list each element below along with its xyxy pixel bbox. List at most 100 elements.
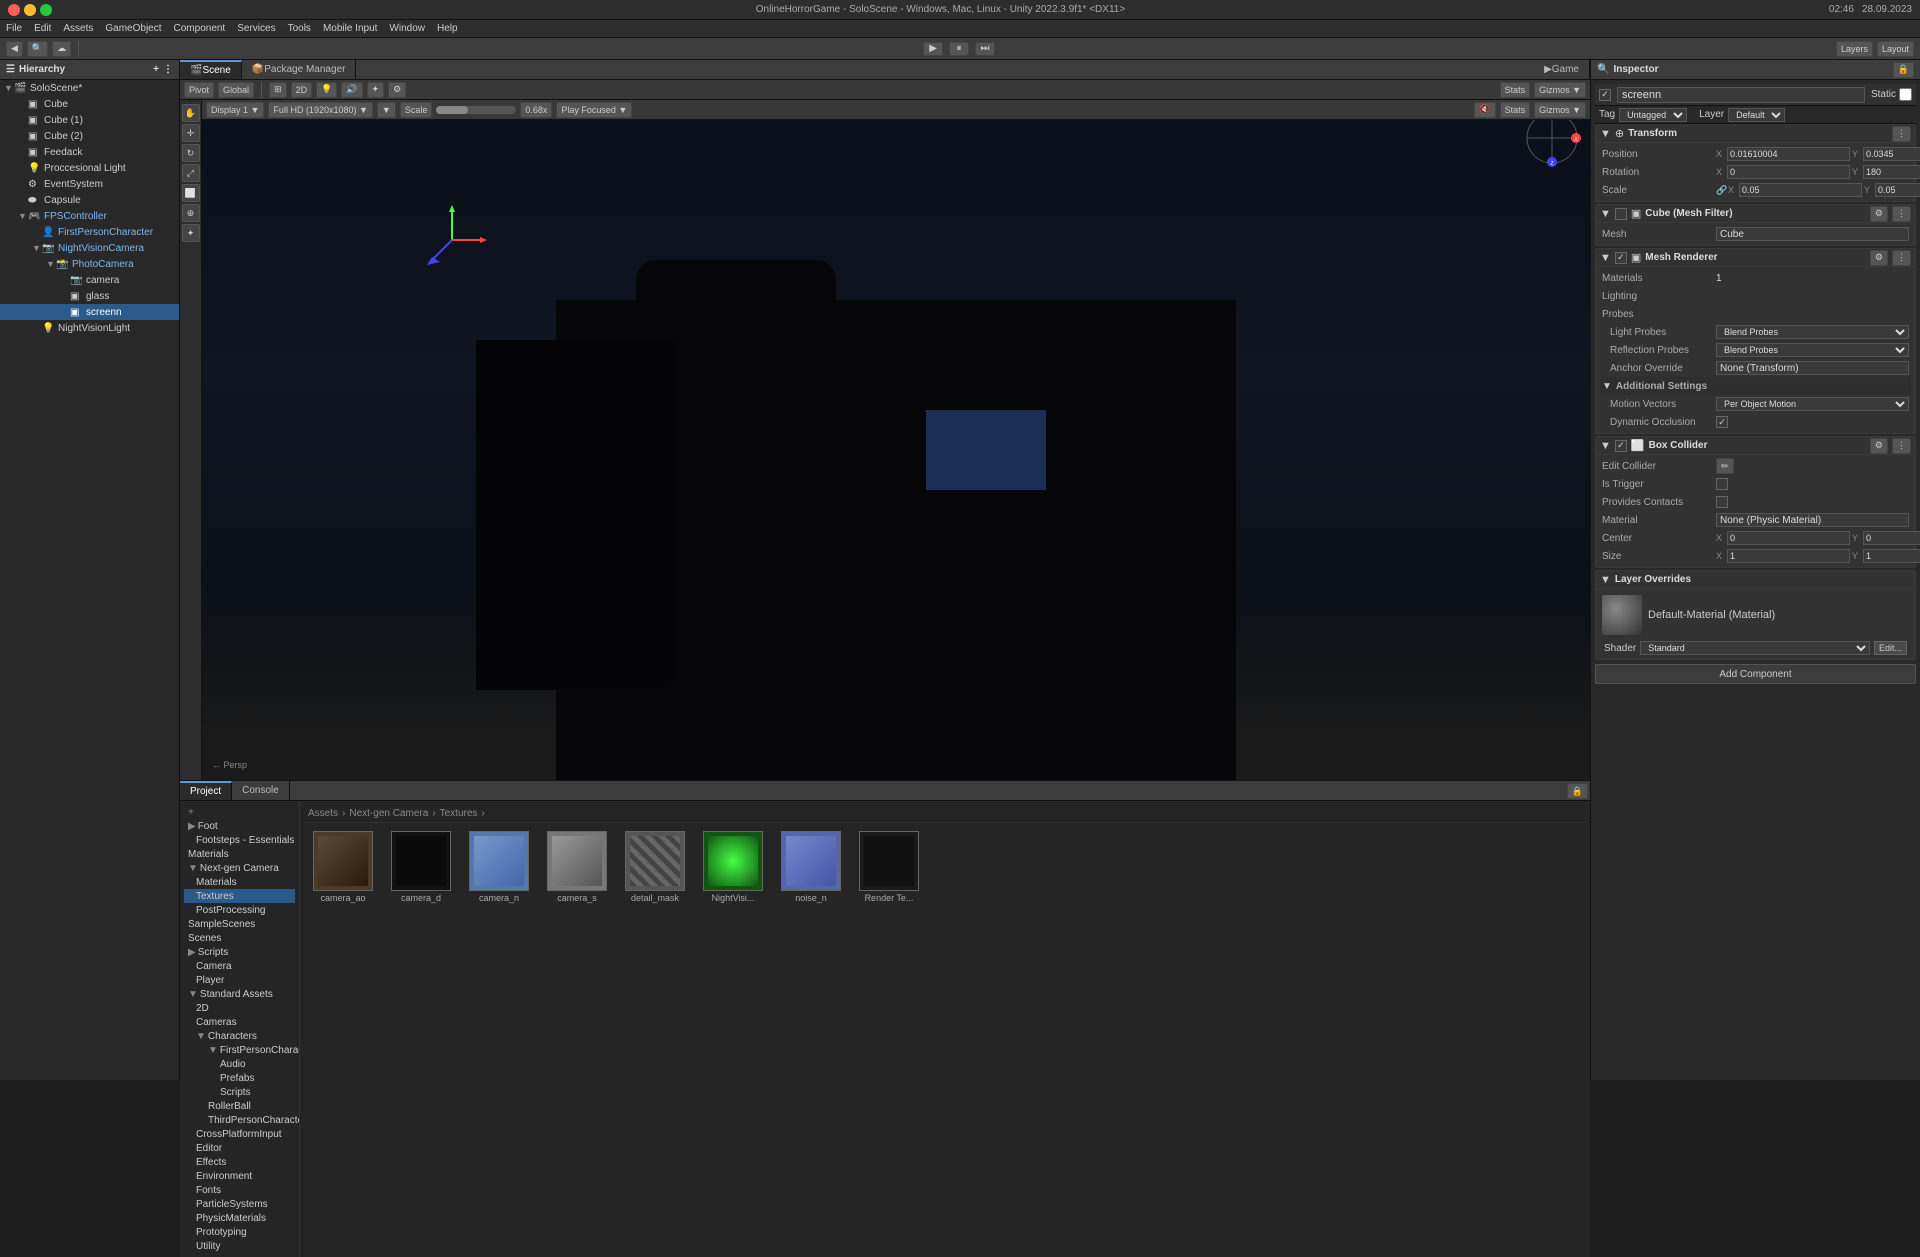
close-button[interactable] [8, 4, 20, 16]
proj-item-thirdperson[interactable]: ThirdPersonCharacte... [184, 1113, 295, 1127]
sy-input[interactable] [1863, 549, 1920, 563]
scale-slider[interactable] [436, 106, 516, 114]
gizmos-game-btn[interactable]: Gizmos ▼ [1534, 102, 1586, 118]
mesh-renderer-settings[interactable]: ⚙ [1870, 250, 1888, 266]
proj-item-2d[interactable]: 2D [184, 1001, 295, 1015]
menu-gameobject[interactable]: GameObject [105, 23, 161, 34]
proj-item-cam-materials[interactable]: Materials [184, 875, 295, 889]
stats-btn[interactable]: Stats [1500, 82, 1531, 98]
tag-dropdown[interactable]: Untagged [1619, 108, 1687, 122]
additional-settings-header[interactable]: ▼ Additional Settings [1600, 377, 1911, 395]
hierarchy-add-button[interactable]: + [153, 64, 159, 75]
asset-camera-ao[interactable]: camera_ao [308, 831, 378, 903]
mesh-filter-menu[interactable]: ⋮ [1892, 206, 1911, 222]
static-checkbox[interactable] [1899, 88, 1912, 101]
asset-render-texture[interactable]: Render Te... [854, 831, 924, 903]
proj-item-samplescenes[interactable]: SampleScenes [184, 917, 295, 931]
mesh-input[interactable] [1716, 227, 1909, 241]
proj-item-foot[interactable]: ▶Foot [184, 819, 295, 833]
proj-item-scripts[interactable]: ▶Scripts [184, 945, 295, 959]
proj-item-fpc-scripts[interactable]: Scripts [184, 1085, 295, 1099]
transform-section-header[interactable]: ▼ ⊕ Transform ⋮ [1596, 125, 1915, 143]
light-probes-dropdown[interactable]: Blend Probes [1716, 325, 1909, 339]
pivot-toggle[interactable]: Pivot [184, 82, 214, 98]
mesh-filter-settings[interactable]: ⚙ [1870, 206, 1888, 222]
pos-x-input[interactable] [1727, 147, 1850, 161]
tree-item-eventsystem[interactable]: ⚙ EventSystem [0, 176, 179, 192]
tree-item-screenn[interactable]: ▣ screenn [0, 304, 179, 320]
toolbar-back-button[interactable]: ◀ [6, 41, 23, 57]
scale-tool[interactable]: ⤢ [182, 164, 200, 182]
tree-item-cube2[interactable]: ▣ Cube (2) [0, 128, 179, 144]
tab-package-manager[interactable]: 📦 Package Manager [242, 60, 357, 79]
proj-item-editor[interactable]: Editor [184, 1141, 295, 1155]
proj-item-crossplatform[interactable]: CrossPlatformInput [184, 1127, 295, 1141]
resolution-dropdown[interactable]: Full HD (1920x1080) ▼ [268, 102, 372, 118]
hand-tool[interactable]: ✋ [182, 104, 200, 122]
reflection-probes-dropdown[interactable]: Blend Probes [1716, 343, 1909, 357]
menu-edit[interactable]: Edit [34, 23, 51, 34]
provides-contacts-checkbox[interactable] [1716, 496, 1728, 508]
scene-viewport[interactable]: ← Persp Y X [202, 100, 1590, 780]
menu-component[interactable]: Component [174, 23, 226, 34]
hierarchy-menu-button[interactable]: ⋮ [163, 64, 173, 75]
breadcrumb-textures[interactable]: Textures [440, 808, 478, 819]
tree-item-glass[interactable]: ▣ glass [0, 288, 179, 304]
inspector-lock-btn[interactable]: 🔒 [1893, 62, 1914, 78]
proj-item-fonts[interactable]: Fonts [184, 1183, 295, 1197]
box-collider-menu[interactable]: ⋮ [1892, 438, 1911, 454]
add-component-button[interactable]: Add Component [1595, 664, 1916, 684]
is-trigger-checkbox[interactable] [1716, 478, 1728, 490]
play-focused-btn[interactable]: Play Focused ▼ [556, 102, 632, 118]
box-collider-settings[interactable]: ⚙ [1870, 438, 1888, 454]
anchor-override-input[interactable] [1716, 361, 1909, 375]
tree-item-cube1[interactable]: ▣ Cube (1) [0, 112, 179, 128]
menu-tools[interactable]: Tools [288, 23, 311, 34]
custom-tool[interactable]: ✦ [182, 224, 200, 242]
2d-toggle[interactable]: 2D [291, 82, 313, 98]
mesh-filter-header[interactable]: ▼ ▣ Cube (Mesh Filter) ⚙ ⋮ [1596, 205, 1915, 223]
proj-item-standard[interactable]: ▼Standard Assets [184, 987, 295, 1001]
proj-item-textures[interactable]: Textures [184, 889, 295, 903]
tree-item-cube[interactable]: ▣ Cube [0, 96, 179, 112]
cx-input[interactable] [1727, 531, 1850, 545]
proj-item-materials[interactable]: Materials [184, 847, 295, 861]
scale-y-input[interactable] [1875, 183, 1920, 197]
collider-material-input[interactable] [1716, 513, 1909, 527]
tree-item-photocam[interactable]: ▼ 📸 PhotoCamera [0, 256, 179, 272]
proj-item-scenes[interactable]: Scenes [184, 931, 295, 945]
maximize-button[interactable] [40, 4, 52, 16]
asset-noise-n[interactable]: noise_n [776, 831, 846, 903]
object-name-input[interactable] [1617, 87, 1865, 103]
window-controls[interactable] [8, 4, 52, 16]
proj-item-audio[interactable]: Audio [184, 1057, 295, 1071]
menu-assets[interactable]: Assets [63, 23, 93, 34]
layer-overrides-header[interactable]: ▼ Layer Overrides [1596, 571, 1915, 589]
grid-toggle[interactable]: ⊞ [269, 82, 287, 98]
cy-input[interactable] [1863, 531, 1920, 545]
proj-item-cameras[interactable]: Cameras [184, 1015, 295, 1029]
proj-item-environment[interactable]: Environment [184, 1169, 295, 1183]
box-collider-header[interactable]: ▼ ✓ ⬜ Box Collider ⚙ ⋮ [1596, 437, 1915, 455]
proj-item-prefabs[interactable]: Prefabs [184, 1071, 295, 1085]
asset-nightvision[interactable]: NightVisi... [698, 831, 768, 903]
tree-item-feedack[interactable]: ▣ Feedack [0, 144, 179, 160]
breadcrumb-assets[interactable]: Assets [308, 808, 338, 819]
menu-mobileinput[interactable]: Mobile Input [323, 23, 377, 34]
tree-item-soloScene[interactable]: ▼ 🎬 SoloScene* [0, 80, 179, 96]
toolbar-search-button[interactable]: 🔍 [27, 41, 48, 57]
layout-dropdown[interactable]: Layout [1877, 41, 1914, 57]
proj-item-physicmat[interactable]: PhysicMaterials [184, 1211, 295, 1225]
tree-item-proclight[interactable]: 💡 Proccesional Light [0, 160, 179, 176]
proj-add-btn[interactable]: + [184, 805, 295, 819]
gizmos-btn[interactable]: Gizmos ▼ [1534, 82, 1586, 98]
step-button[interactable]: ⏭ [975, 42, 995, 56]
dynamic-occlusion-checkbox[interactable]: ✓ [1716, 416, 1728, 428]
transform-menu-btn[interactable]: ⋮ [1892, 126, 1911, 142]
asset-camera-n[interactable]: camera_n [464, 831, 534, 903]
asset-camera-s[interactable]: camera_s [542, 831, 612, 903]
tree-item-firstperson[interactable]: 👤 FirstPersonCharacter [0, 224, 179, 240]
global-toggle[interactable]: Global [218, 82, 254, 98]
menu-services[interactable]: Services [237, 23, 275, 34]
aspect-dropdown[interactable]: ▼ [377, 102, 396, 118]
